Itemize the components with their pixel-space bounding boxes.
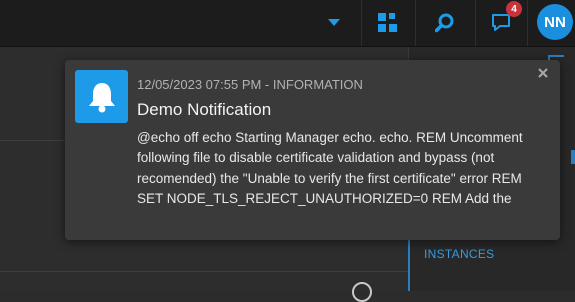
apps-button[interactable] [362, 0, 414, 46]
divider [0, 271, 408, 272]
notification-icon-tile [75, 70, 128, 123]
chat-bubble-icon [492, 14, 510, 31]
search-icon [435, 13, 454, 33]
grid-icon [378, 13, 397, 32]
notification-toast: 12/05/2023 07:55 PM - INFORMATION Demo N… [65, 60, 560, 240]
notification-timestamp: 12/05/2023 07:55 PM - INFORMATION [137, 77, 363, 92]
notification-count-badge: 4 [506, 1, 522, 17]
dropdown-toggle[interactable] [322, 0, 346, 46]
bell-icon [88, 82, 115, 112]
user-avatar[interactable]: NN [537, 4, 573, 40]
panel-scroll-indicator [571, 150, 575, 164]
close-icon [538, 68, 548, 78]
search-button[interactable] [416, 0, 474, 46]
divider [527, 0, 528, 46]
caret-down-icon [328, 19, 340, 26]
info-icon[interactable] [352, 282, 372, 302]
notification-title: Demo Notification [137, 100, 272, 119]
notification-body: @echo off echo Starting Manager echo. ec… [137, 130, 523, 206]
top-bar: 4 NN [0, 0, 575, 47]
tab-instances[interactable]: INSTANCES [424, 247, 495, 261]
close-button[interactable] [535, 66, 551, 82]
